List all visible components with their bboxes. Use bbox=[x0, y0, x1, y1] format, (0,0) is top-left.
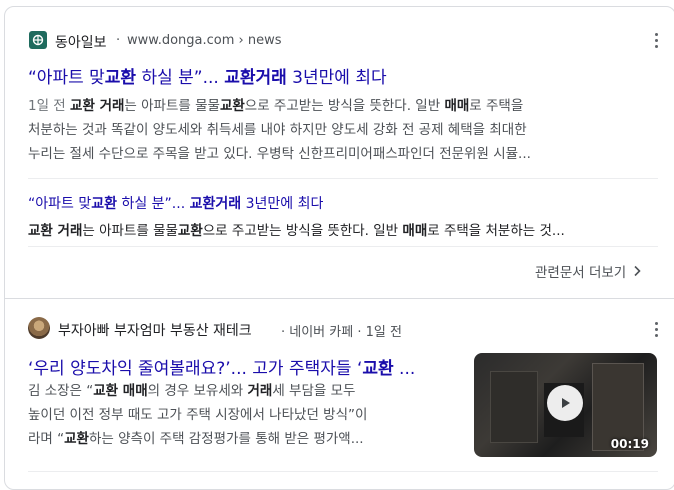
video-duration: 00:19 bbox=[610, 437, 649, 451]
source-name[interactable]: 동아일보 bbox=[55, 32, 107, 52]
source-separator: · bbox=[116, 33, 121, 48]
video-thumbnail[interactable]: 00:19 bbox=[474, 353, 657, 457]
snippet-line: 누리는 절세 수단으로 주목을 받고 있다. 우병탁 신한프리미어패스파인더 전… bbox=[28, 146, 531, 162]
related-docs-more-button[interactable]: 관련문서 더보기 bbox=[535, 261, 642, 281]
related-docs-more-label: 관련문서 더보기 bbox=[535, 265, 627, 281]
divider bbox=[28, 471, 658, 472]
source-name[interactable]: 부자아빠 부자엄마 부동산 재테크 bbox=[58, 320, 252, 340]
source-meta: · 네이버 카페 · 1일 전 bbox=[281, 325, 402, 340]
result-title-link[interactable]: “아파트 맞교환 하실 분”... 교환거래 3년만에 최다 bbox=[28, 63, 387, 88]
cafe-avatar bbox=[28, 317, 50, 339]
result-title-link[interactable]: ‘우리 양도차익 줄여볼래요?’... 고가 주택자들 ‘교환 ... bbox=[28, 354, 415, 379]
snippet-line: 처분하는 것과 똑같이 양도세와 취득세를 내야 하지만 양도세 강화 전 공제… bbox=[28, 122, 527, 138]
play-icon[interactable] bbox=[547, 385, 583, 421]
chevron-right-icon bbox=[634, 265, 641, 277]
divider bbox=[28, 178, 658, 179]
divider bbox=[28, 246, 658, 247]
more-options-icon[interactable] bbox=[649, 320, 663, 338]
result-snippet: 1일 전 교환 거래는 아파트를 물물교환으로 주고받는 방식을 뜻한다. 일반… bbox=[28, 94, 660, 166]
sub-result-snippet: 교환 거래는 아파트를 물물교환으로 주고받는 방식을 뜻한다. 일반 매매로 … bbox=[28, 223, 565, 239]
more-options-icon[interactable] bbox=[649, 31, 663, 49]
result-date: 1일 전 bbox=[28, 98, 66, 114]
source-url[interactable]: www.donga.com › news bbox=[127, 33, 282, 48]
donga-favicon-icon bbox=[29, 31, 47, 49]
sub-result-title-link[interactable]: “아파트 맞교환 하실 분”... 교환거래 3년만에 최다 bbox=[28, 193, 323, 213]
result-snippet: 김 소장은 “교환 매매의 경우 보유세와 거래세 부담을 모두 높이던 이전 … bbox=[28, 379, 464, 451]
result-separator bbox=[4, 298, 674, 299]
snippet-line: 높이던 이전 정부 때도 고가 주택 시장에서 나타났던 방식”이 bbox=[28, 407, 368, 423]
